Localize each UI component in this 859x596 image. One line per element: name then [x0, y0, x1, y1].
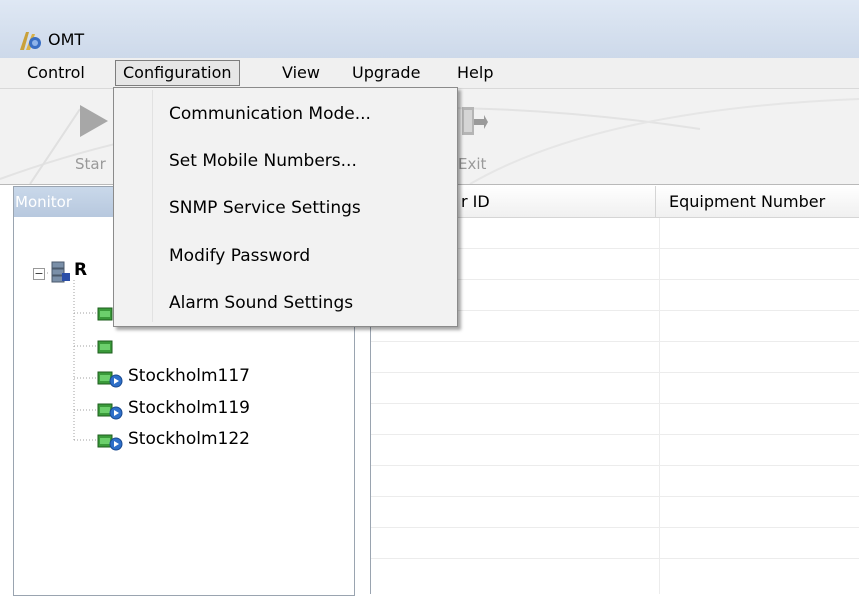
- menu-upgrade[interactable]: Upgrade: [345, 61, 427, 85]
- server-group-icon: [51, 261, 70, 283]
- station-icon: [97, 371, 123, 388]
- table-row: [371, 527, 859, 528]
- title-bar: OMT: [0, 0, 859, 58]
- tree-node-stockholm117[interactable]: Stockholm117: [96, 366, 326, 390]
- tree-node-label: Stockholm122: [128, 429, 250, 449]
- menu-item-set-mobile-numbers[interactable]: Set Mobile Numbers...: [169, 147, 357, 175]
- menu-control[interactable]: Control: [20, 61, 92, 85]
- menu-item-snmp-service-settings[interactable]: SNMP Service Settings: [169, 194, 361, 222]
- tree-node-label: Stockholm117: [128, 366, 250, 386]
- station-icon: [97, 403, 123, 420]
- table-row: [371, 372, 859, 373]
- table-row: [371, 558, 859, 559]
- configuration-menu: Communication Mode... Set Mobile Numbers…: [113, 87, 458, 327]
- table-row: [371, 496, 859, 497]
- window-title: OMT: [48, 30, 85, 49]
- menu-item-alarm-sound-settings[interactable]: Alarm Sound Settings: [169, 289, 353, 317]
- station-icon: [97, 340, 113, 354]
- tree-node-label: Stockholm119: [128, 398, 250, 418]
- column-header-equipment-number[interactable]: Equipment Number: [669, 186, 859, 217]
- column-separator[interactable]: [655, 186, 656, 217]
- tree-root-label: R: [74, 260, 88, 280]
- menu-icon-gutter: [152, 90, 153, 322]
- table-row: [371, 465, 859, 466]
- table-row: [371, 403, 859, 404]
- tree-node-stockholm119[interactable]: Stockholm119: [96, 398, 326, 422]
- menu-view[interactable]: View: [275, 61, 327, 85]
- start-button-label[interactable]: Star: [75, 155, 106, 173]
- tree-collapse-toggle[interactable]: −: [33, 268, 45, 280]
- menu-bar: Control Configuration View Upgrade Help: [0, 58, 859, 89]
- menu-help[interactable]: Help: [450, 61, 500, 85]
- tree-node-stockholm122[interactable]: Stockholm122: [96, 429, 326, 453]
- station-icon: [97, 434, 123, 451]
- exit-icon[interactable]: [460, 105, 488, 139]
- omt-app-icon: [20, 32, 41, 50]
- tree-node-hidden-2[interactable]: [96, 335, 126, 359]
- table-row: [371, 341, 859, 342]
- menu-configuration[interactable]: Configuration: [115, 60, 240, 86]
- menu-item-communication-mode[interactable]: Communication Mode...: [169, 100, 371, 128]
- table-row: [371, 434, 859, 435]
- column-header-id[interactable]: r ID: [461, 186, 651, 217]
- exit-button-label[interactable]: Exit: [458, 155, 486, 173]
- play-icon[interactable]: [78, 101, 112, 141]
- menu-item-modify-password[interactable]: Modify Password: [169, 242, 310, 270]
